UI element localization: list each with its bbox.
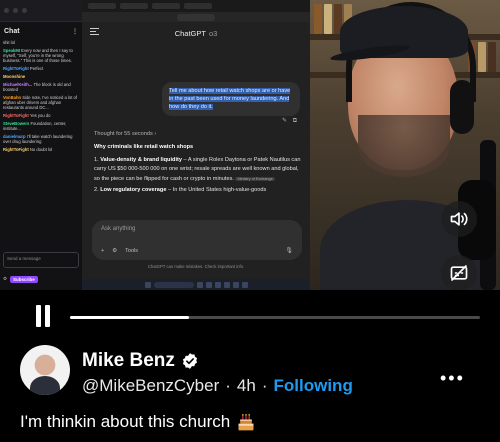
microphone-icon: 🎙 [285, 248, 293, 254]
captions-button[interactable] [441, 255, 477, 290]
meta-separator-2: · [261, 376, 268, 395]
chat-message-list: shit lol SpeakMI Every now and then I say… [0, 40, 82, 152]
post-text: I'm thinkin about this church [20, 412, 231, 431]
post: Mike Benz @MikeBenzCyber · 4h · Followin… [0, 340, 500, 442]
chat-message: RightToFight Perfect [3, 66, 79, 71]
chat-message: SpeakMI Every now and then I say to myse… [3, 48, 79, 63]
chat-username: RightToFight [3, 147, 30, 152]
compose-placeholder: Ask anything [101, 226, 136, 232]
plus-icon: + [101, 247, 105, 254]
headphone-earcup [450, 80, 474, 134]
menu-icon [90, 28, 99, 35]
subscribe-button: Subscribe [10, 275, 38, 283]
following-button[interactable]: Following [274, 376, 353, 396]
chat-message: SteveBowers Foundation, center, institut… [3, 121, 79, 131]
thought-label: Thought for 55 seconds [94, 131, 153, 137]
chat-message: RightToFight No doubt lol [3, 147, 79, 152]
more-options-icon[interactable]: ••• [440, 368, 465, 389]
progress-fill [70, 316, 189, 319]
chat-message: MichaelKeith... The block is old and boo… [3, 82, 79, 92]
chat-input: Send a message [3, 252, 79, 268]
answer-heading: Why criminals like retail watch shops [94, 144, 194, 150]
post-text-row: I'm thinkin about this church [20, 412, 256, 432]
birthday-cake-emoji [238, 414, 254, 431]
author-name[interactable]: Mike Benz [82, 350, 175, 372]
tools-icon: ⚙ [112, 247, 118, 254]
chat-username: RightToFight [3, 113, 30, 118]
captions-off-icon [450, 264, 468, 282]
chat-username: RightToFight [3, 66, 30, 71]
answer-list: 1. Value-density & brand liquidity – A s… [94, 156, 302, 196]
model-label: o3 [208, 28, 218, 38]
progress-bar[interactable] [70, 316, 480, 319]
chatgpt-header: ChatGPT o3 [82, 22, 310, 44]
chat-text: Yes you do [29, 113, 51, 118]
author-name-row[interactable]: Mike Benz [82, 350, 199, 372]
browser-tabbar [82, 0, 310, 12]
assistant-answer: Why criminals like retail watch shops 1.… [94, 143, 302, 198]
settings-icon: ⚙ [3, 276, 8, 281]
pause-icon [36, 305, 41, 327]
pause-icon-bar [45, 305, 50, 327]
answer-item-title: Value-density & brand liquidity [100, 156, 184, 163]
user-message: Tell me about how retail watch shops are… [162, 82, 300, 116]
chat-message: danielmurp I'll take watch laundering ov… [3, 134, 79, 144]
browser-tabbar [0, 0, 82, 22]
volume-button[interactable] [441, 201, 477, 237]
chat-message: VonBahn Side note, I've noticed a lot of… [3, 95, 79, 110]
chat-title: Chat [4, 27, 20, 35]
tools-label: Tools [125, 247, 138, 254]
stream-chat-panel: Chat ⋮ shit lol SpeakMI Every now and the… [0, 0, 82, 290]
chat-message: Moonshine [3, 74, 79, 79]
author-meta: @MikeBenzCyber · 4h · Following [82, 376, 353, 396]
chat-footer: ⚙ Subscribe [3, 274, 79, 284]
chat-options-icon: ⋮ [72, 28, 78, 35]
chatgpt-title: ChatGPT [174, 28, 206, 38]
answer-item: 2. Low regulatory coverage – In the Unit… [94, 186, 302, 196]
chat-text: No doubt lol [29, 147, 53, 152]
verified-badge-icon [182, 353, 197, 369]
chat-text: Perfect [29, 66, 44, 71]
chat-message: RightToFight Yes you do [3, 113, 79, 118]
chat-header: Chat ⋮ [0, 22, 82, 40]
meta-separator: · [225, 376, 231, 395]
os-taskbar [82, 279, 310, 290]
volume-icon [450, 212, 468, 226]
thought-duration: Thought for 55 seconds › [94, 131, 157, 137]
person-beard [358, 115, 450, 177]
answer-item-title: Low regulatory coverage [100, 187, 169, 193]
chat-username: Moonshine [3, 74, 26, 79]
chatgpt-screen: ChatGPT o3 Tell me about how retail watc… [82, 0, 310, 290]
message-edit-icon: ✎ ⧉ [282, 118, 299, 124]
disclaimer: ChatGPT can make mistakes. Check importa… [147, 264, 245, 269]
pause-button[interactable] [34, 305, 52, 327]
answer-item: 1. Value-density & brand liquidity – A s… [94, 156, 302, 185]
citation-chip: Ministry of Exchange [235, 176, 275, 181]
chat-text: shit lol [3, 40, 15, 45]
author-handle[interactable]: @MikeBenzCyber [82, 376, 219, 396]
user-message-text: Tell me about how retail watch shops are… [169, 88, 291, 110]
browser-urlbar [82, 12, 310, 22]
avatar[interactable] [20, 345, 70, 395]
video-player[interactable]: Chat ⋮ shit lol SpeakMI Every now and the… [0, 0, 500, 290]
answer-item-text: – In the United States high-value-goods [168, 187, 267, 193]
player-controls [0, 300, 500, 336]
webcam-feed [310, 0, 500, 290]
compose-box: Ask anything + ⚙ Tools 🎙 [92, 220, 302, 260]
chat-message: shit lol [3, 40, 79, 45]
post-time[interactable]: 4h [237, 376, 256, 396]
